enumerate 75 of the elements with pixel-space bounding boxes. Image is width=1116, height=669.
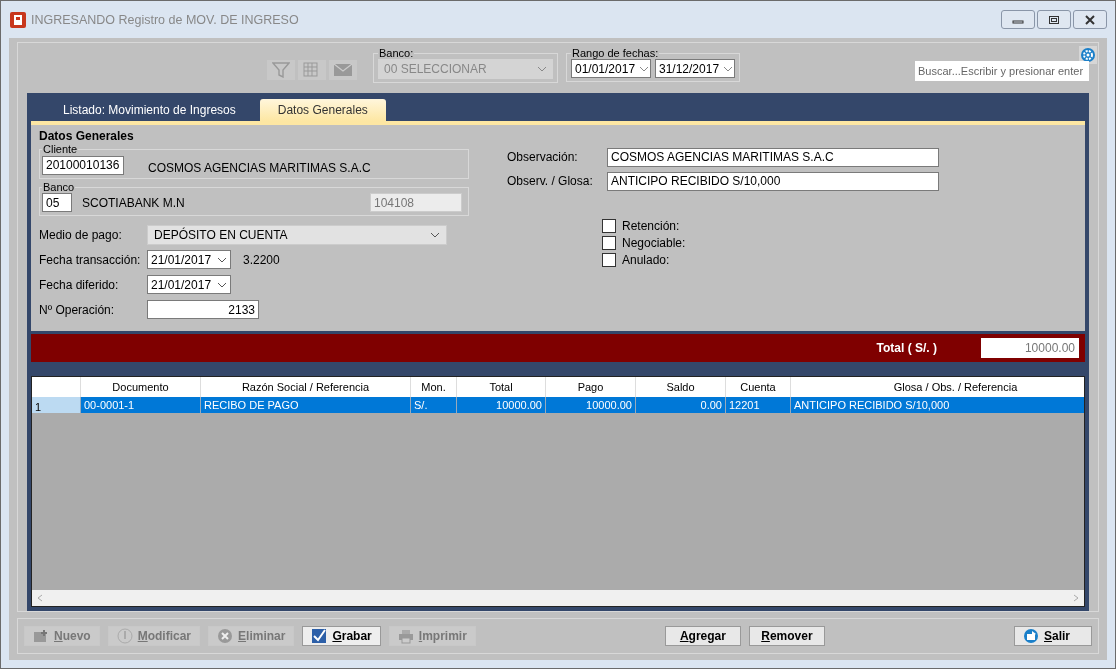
chevron-down-icon [430, 231, 440, 238]
payment-method-dropdown[interactable]: DEPÓSITO EN CUENTA [147, 224, 447, 245]
table-cell: 0.00 [636, 397, 726, 413]
row-number: 1 [32, 397, 81, 413]
bank-name: SCOTIABANK M.N [82, 195, 185, 210]
scroll-right-icon[interactable] [1072, 594, 1080, 602]
field-label: Fecha diferido: [39, 277, 120, 292]
account-field[interactable]: 104108 [370, 193, 462, 212]
date-range-label: Rango de fechas: [571, 47, 660, 59]
observation-field[interactable]: COSMOS AGENCIAS MARITIMAS S.A.C [607, 147, 939, 167]
table-cell: 00-0001-1 [81, 397, 201, 413]
checkbox-label: Negociable: [622, 236, 686, 250]
horizontal-scrollbar[interactable] [32, 590, 1084, 606]
maximize-button[interactable] [1037, 10, 1071, 29]
table-cell: 10000.00 [457, 397, 546, 413]
total-field[interactable]: 10000.00 [981, 338, 1079, 358]
table-row[interactable]: 1 00-0001-1 RECIBO DE PAGO S/. 10000.00 10000.00 0.00 12201 ANTICIPO RECIBIDO S/10,000 [32, 397, 1084, 413]
filter-icon[interactable] [267, 60, 295, 80]
checkbox[interactable] [602, 236, 616, 250]
client-code-field[interactable]: 20100010136 [42, 155, 124, 175]
restore-icon [1048, 14, 1060, 25]
field-label: Observ. / Glosa: [507, 174, 594, 188]
exchange-rate: 3.2200 [243, 252, 280, 267]
transaction-date-picker[interactable]: 21/01/2017 [147, 250, 231, 269]
client-name: COSMOS AGENCIAS MARITIMAS S.A.C [148, 161, 371, 175]
app-icon [9, 10, 27, 29]
operation-number-field[interactable]: 2133 [147, 300, 259, 319]
checkbox-label: Retención: [622, 219, 680, 233]
exit-icon [1023, 628, 1039, 644]
close-icon [1084, 14, 1096, 25]
window-title: INGRESANDO Registro de MOV. DE INGRESO [31, 12, 299, 27]
close-button[interactable] [1073, 10, 1107, 29]
chevron-down-icon [639, 65, 650, 72]
section-title: Datos Generales [39, 129, 135, 143]
scroll-left-icon[interactable] [36, 594, 44, 602]
field-label: Fecha transacción: [39, 252, 142, 267]
action-button[interactable]: Remover [748, 626, 825, 646]
table-cell: RECIBO DE PAGO [201, 397, 411, 413]
table-cell: ANTICIPO RECIBIDO S/10,000 [791, 397, 1084, 413]
delete-icon [217, 628, 234, 644]
chevron-down-icon [217, 256, 227, 263]
date-to-picker[interactable]: 31/12/2017 [655, 59, 735, 78]
folder-plus-icon [33, 629, 49, 643]
table-export-icon[interactable] [298, 60, 326, 80]
chevron-down-icon [217, 281, 227, 288]
tab[interactable]: Datos Generales [259, 99, 386, 121]
field-label: Nº Operación: [39, 302, 116, 317]
group-label: Banco [42, 181, 76, 193]
chevron-down-icon [537, 66, 547, 72]
tab[interactable]: Listado: Movimiento de Ingresos [49, 99, 250, 121]
bank-filter-label: Banco: [378, 47, 415, 59]
checkbox-check-icon [311, 628, 328, 644]
bank-code-field[interactable]: 05 [42, 193, 72, 212]
field-label: Observación: [507, 150, 579, 164]
chevron-down-icon [723, 65, 734, 72]
total-label: Total ( S/. ) [876, 341, 937, 355]
checkbox-label: Anulado: [622, 253, 670, 267]
date-from-picker[interactable]: 01/01/2017 [571, 59, 651, 78]
action-button[interactable]: Salir [1014, 626, 1092, 646]
info-circle-icon [116, 628, 133, 644]
group-label: Cliente [42, 143, 79, 155]
printer-icon [397, 628, 414, 644]
field-label: Medio de pago: [39, 227, 123, 242]
gloss-field[interactable]: ANTICIPO RECIBIDO S/10,000 [607, 171, 939, 191]
checkbox[interactable] [602, 219, 616, 233]
search-field[interactable]: Buscar...Escribir y presionar enter [915, 61, 1089, 81]
checkbox[interactable] [602, 253, 616, 267]
table-cell: S/. [411, 397, 457, 413]
action-button[interactable]: Agregar [664, 626, 741, 646]
table-cell: 12201 [726, 397, 791, 413]
mail-icon[interactable] [329, 60, 357, 80]
action-button[interactable]: Grabar [302, 626, 381, 646]
table-cell: 10000.00 [546, 397, 636, 413]
deferred-date-picker[interactable]: 21/01/2017 [147, 275, 231, 294]
settings-icon[interactable] [1079, 46, 1097, 64]
